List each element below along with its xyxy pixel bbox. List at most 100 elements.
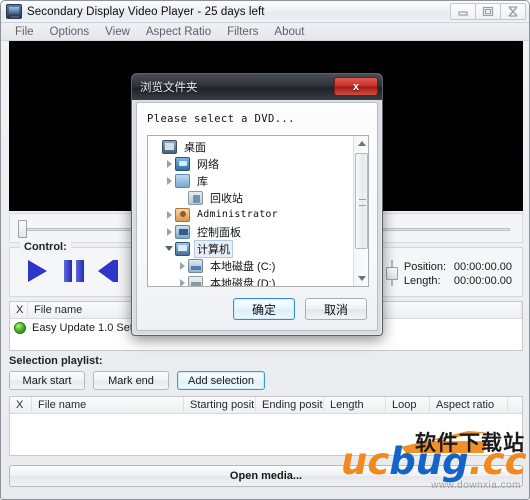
pause-icon (64, 260, 72, 282)
window-controls (450, 3, 526, 20)
folder-tree-view[interactable]: 桌面网络库回收站 Administrator 控制面板 计算机本地磁盘 (C:) 本地磁… (147, 135, 369, 287)
tree-item-label: 控制面板 (197, 226, 241, 239)
ok-button[interactable]: 确定 (233, 298, 295, 320)
dialog-title-bar: 浏览文件夹 x (132, 74, 382, 100)
chevron-right-icon[interactable] (163, 223, 175, 240)
tree-item[interactable]: 网络 (148, 155, 352, 172)
column-header-loop[interactable]: Loop (386, 396, 430, 414)
cancel-button[interactable]: 取消 (305, 298, 367, 320)
position-label: Position: (403, 261, 447, 273)
menu-item-options[interactable]: Options (42, 25, 98, 39)
tree-item-label: 网络 (197, 158, 219, 171)
length-value: 00:00:00.00 (453, 275, 512, 287)
seek-thumb[interactable] (18, 220, 27, 238)
tree-twisty-placeholder (176, 189, 188, 206)
chevron-right-icon[interactable] (163, 172, 175, 189)
previous-bar-icon (113, 260, 118, 282)
tree-item[interactable]: 桌面 (148, 138, 352, 155)
position-row: Position: 00:00:00.00 (404, 260, 512, 274)
column-header-aspect-ratio[interactable]: Aspect ratio (430, 396, 508, 414)
menu-item-file[interactable]: File (7, 25, 42, 39)
tree-twisty-placeholder (150, 138, 162, 155)
computer-icon (175, 241, 190, 256)
app-icon (6, 4, 22, 19)
maximize-button[interactable] (475, 3, 501, 20)
chevron-right-icon[interactable] (163, 206, 175, 223)
column-header-file-name[interactable]: File name (32, 396, 184, 414)
previous-icon (98, 260, 113, 282)
control-legend: Control: (20, 241, 71, 253)
folder-tree-list: 桌面网络库回收站 Administrator 控制面板 计算机本地磁盘 (C:) 本地磁… (148, 138, 352, 286)
position-value: 00:00:00.00 (453, 261, 512, 273)
dialog-close-button[interactable]: x (334, 77, 378, 96)
length-label: Length: (403, 275, 441, 287)
tree-item-label: 本地磁盘 (D:) (210, 277, 276, 287)
tree-item-label: 本地磁盘 (C:) (210, 260, 276, 273)
tree-scrollbar[interactable] (353, 136, 368, 286)
library-folder-icon (175, 173, 190, 188)
recycle-bin-icon (188, 190, 203, 205)
mark-start-button[interactable]: Mark start (9, 371, 85, 390)
control-panel-icon (175, 224, 190, 239)
tree-item-label: 库 (197, 175, 208, 188)
tree-item-label: Administrator (197, 209, 278, 220)
media-ball-icon (14, 321, 26, 334)
column-header-x[interactable]: X (10, 396, 32, 414)
column-header-x[interactable]: X (10, 301, 28, 319)
close-button[interactable] (500, 3, 526, 20)
dialog-prompt-text: Please select a DVD... (147, 113, 295, 125)
previous-button[interactable] (96, 258, 124, 284)
selection-playlist-group: Selection playlist: Mark start Mark end … (9, 355, 523, 459)
pause-icon (76, 260, 84, 282)
network-icon (175, 156, 190, 171)
menu-item-view[interactable]: View (97, 25, 138, 39)
tree-item[interactable]: 库 (148, 172, 352, 189)
tree-item[interactable]: 计算机 (148, 239, 352, 258)
scroll-down-arrow-icon[interactable] (354, 271, 368, 286)
tree-item-label: 桌面 (184, 141, 206, 154)
open-media-button[interactable]: Open media... (9, 465, 523, 487)
menu-item-about[interactable]: About (266, 25, 312, 39)
column-header-starting-position[interactable]: Starting position (184, 396, 256, 414)
menu-item-filters[interactable]: Filters (219, 25, 266, 39)
chevron-right-icon[interactable] (176, 274, 188, 286)
add-selection-button[interactable]: Add selection (177, 371, 266, 390)
menu-bar: File Options View Aspect Ratio Filters A… (1, 23, 529, 41)
volume-slider[interactable] (385, 260, 398, 286)
menu-item-aspect-ratio[interactable]: Aspect Ratio (138, 25, 219, 39)
browse-folder-dialog: 浏览文件夹 x Please select a DVD... 桌面网络库回收站 A… (131, 73, 383, 336)
chevron-right-icon[interactable] (176, 257, 188, 274)
dialog-buttons: 确定 取消 (233, 298, 367, 320)
mark-end-button[interactable]: Mark end (93, 371, 169, 390)
chevron-right-icon[interactable] (163, 155, 175, 172)
play-button[interactable] (24, 258, 52, 284)
selection-table[interactable]: X File name Starting position Ending pos… (9, 396, 523, 456)
tree-item-label: 计算机 (194, 239, 233, 258)
chevron-down-icon[interactable] (163, 240, 175, 257)
tree-item[interactable]: 本地磁盘 (D:) (148, 274, 352, 286)
scroll-up-arrow-icon[interactable] (354, 136, 368, 151)
hard-drive-d-icon (188, 275, 203, 286)
tree-item[interactable]: 本地磁盘 (C:) (148, 257, 352, 274)
minimize-button[interactable] (450, 3, 476, 20)
playlist-file-name: Easy Update 1.0 Setup (32, 321, 146, 334)
time-readout: Position: 00:00:00.00 Length: 00:00:00.00 (404, 260, 512, 288)
window-title: Secondary Display Video Player - 25 days… (27, 5, 265, 18)
tree-item[interactable]: Administrator (148, 206, 352, 223)
dialog-body: Please select a DVD... 桌面网络库回收站 Administr… (136, 102, 378, 331)
column-header-ending-position[interactable]: Ending position (256, 396, 324, 414)
scrollbar-thumb[interactable] (355, 153, 368, 249)
selection-buttons: Mark start Mark end Add selection (9, 371, 523, 390)
play-icon (28, 260, 47, 282)
desktop-icon (162, 139, 177, 154)
tree-item[interactable]: 回收站 (148, 189, 352, 206)
tree-item[interactable]: 控制面板 (148, 223, 352, 240)
selection-header-row: X File name Starting position Ending pos… (10, 396, 522, 414)
pause-button[interactable] (60, 258, 88, 284)
dialog-title: 浏览文件夹 (140, 82, 198, 94)
length-row: Length: 00:00:00.00 (404, 274, 512, 288)
tree-item-label: 回收站 (210, 192, 243, 205)
volume-thumb[interactable] (385, 267, 398, 280)
column-header-length[interactable]: Length (324, 396, 386, 414)
time-info: Position: 00:00:00.00 Length: 00:00:00.00 (385, 260, 512, 288)
